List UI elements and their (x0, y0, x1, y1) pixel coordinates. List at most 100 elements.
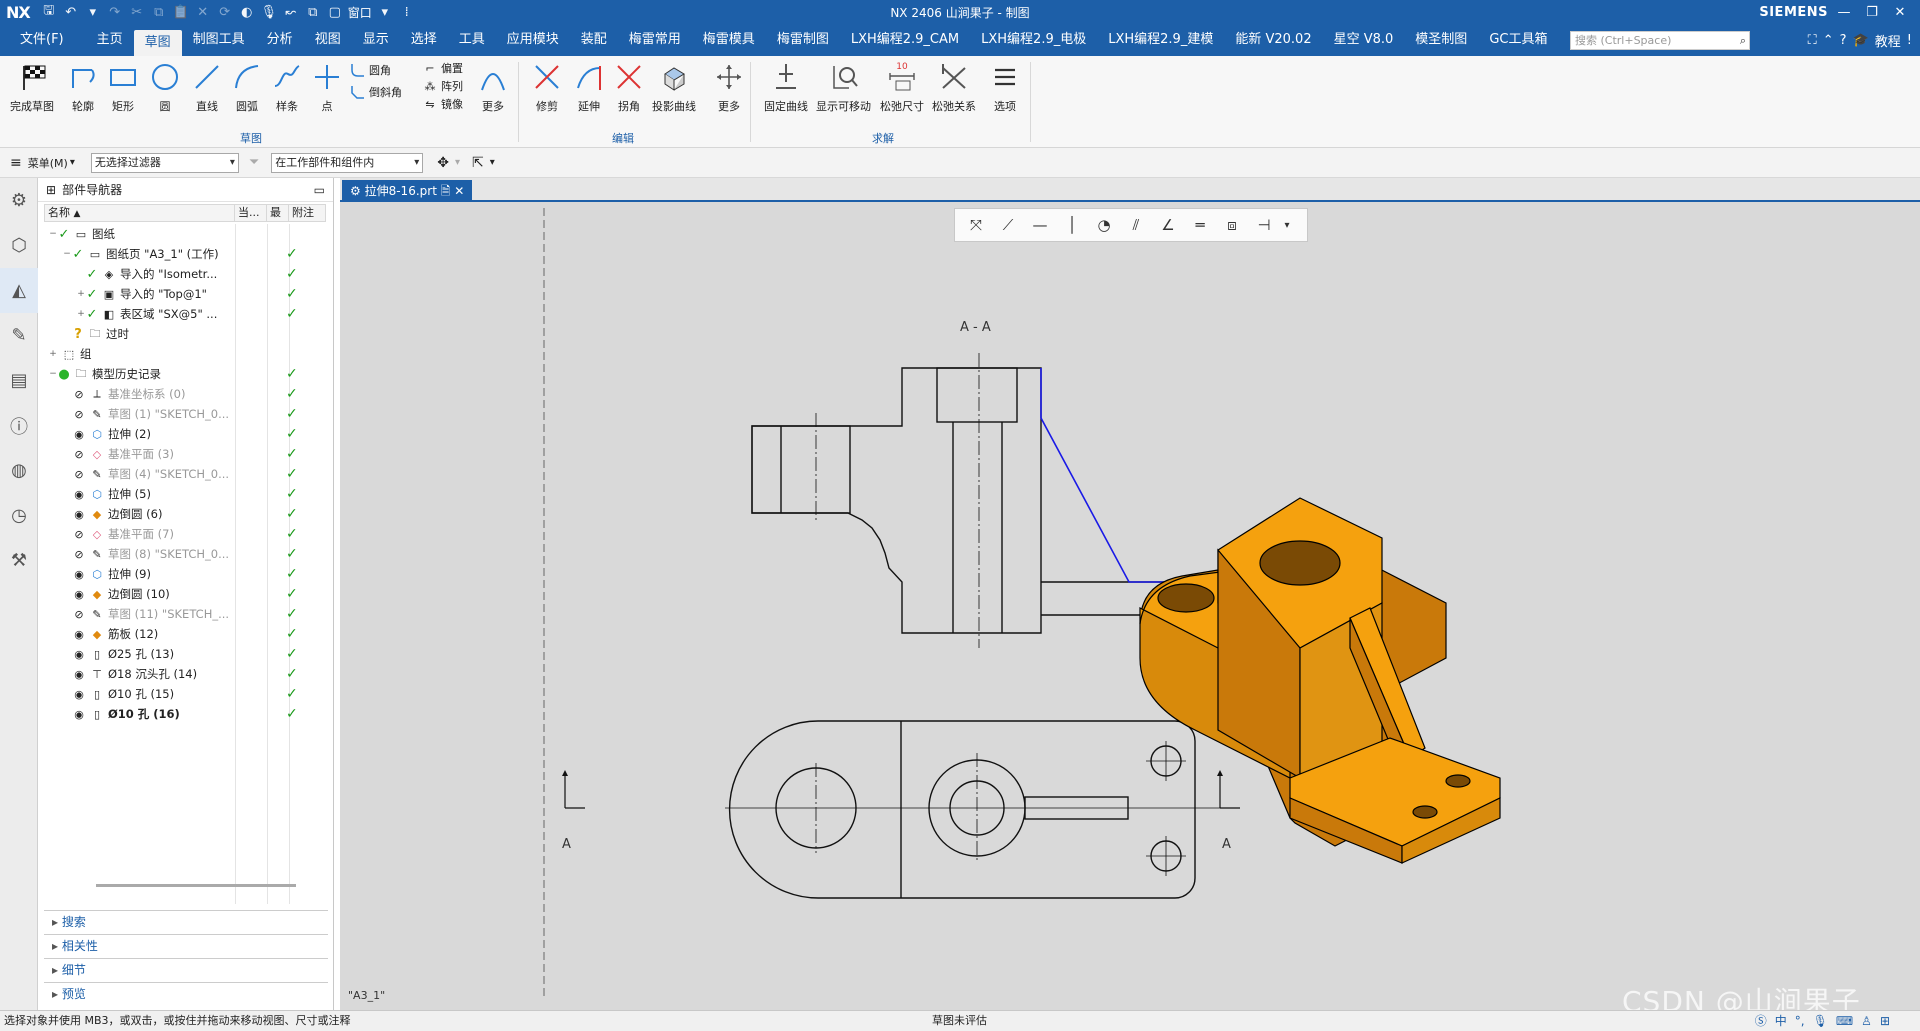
menu-analysis[interactable]: 分析 (256, 24, 304, 56)
panel-details[interactable]: 细节 (44, 958, 328, 980)
visible-eye-icon[interactable]: ◉ (72, 428, 86, 441)
touch-mode-icon[interactable]: ◐ (236, 2, 258, 22)
tree-node[interactable]: ◉ ⬡ 拉伸 (5) ✓ (44, 484, 326, 504)
type-filter-select[interactable]: 无选择过滤器 (90, 152, 239, 173)
visible-eye-icon[interactable]: ◉ (72, 588, 86, 601)
tree-node[interactable]: ⊘ ✎ 草图 (11) "SKETCH_... ✓ (44, 604, 326, 624)
window-menu[interactable]: 窗口 (346, 4, 374, 21)
menu-dropdown[interactable]: 菜单(M) (28, 155, 68, 171)
tree-node[interactable]: ⊘ ✎ 草图 (1) "SKETCH_0... ✓ (44, 404, 326, 424)
ime-grid-icon[interactable]: ⊞ (1880, 1011, 1890, 1031)
visible-eye-icon[interactable]: ◉ (72, 668, 86, 681)
hidden-eye-icon[interactable]: ⊘ (72, 408, 86, 421)
menu-view[interactable]: 视图 (304, 24, 352, 56)
select-mode-icon[interactable]: ⇱ (472, 155, 484, 171)
filter-funnel-icon[interactable]: ⏷ (249, 155, 259, 170)
visible-eye-icon[interactable]: ◉ (72, 648, 86, 661)
visible-eye-icon[interactable]: ◉ (72, 708, 86, 721)
info-icon[interactable]: ⓘ (0, 403, 38, 448)
window-dropdown-icon[interactable]: ▾ (374, 2, 396, 22)
parallel-icon[interactable]: ⫽ (1121, 212, 1151, 238)
redo-icon[interactable]: ↷ (104, 2, 126, 22)
point-button[interactable]: 点 (310, 60, 344, 114)
column-name[interactable]: 名称 ▲ (45, 205, 235, 221)
microphone-icon[interactable]: 🎙 (258, 2, 280, 22)
perpendicular-icon[interactable]: ∠ (1153, 212, 1183, 238)
spline-button[interactable]: 样条 (270, 60, 304, 114)
graphics-window[interactable]: A - A A A "A3_1" (340, 178, 1920, 1010)
command-search-input[interactable]: 搜索 (Ctrl+Space) ⌕ (1570, 31, 1750, 50)
hidden-eye-icon[interactable]: ⊘ (72, 548, 86, 561)
ime-language[interactable]: 中 (1775, 1011, 1787, 1031)
menu-meilei-drafting[interactable]: 梅雷制图 (766, 24, 840, 56)
ime-shirt-icon[interactable]: ♙ (1861, 1011, 1872, 1031)
fix-curve-button[interactable]: 固定曲线 (764, 60, 808, 114)
save-icon[interactable]: 🖫 (38, 2, 60, 22)
navigator-horizontal-scrollbar[interactable] (96, 884, 296, 887)
top-view[interactable] (725, 720, 1220, 899)
panel-preview[interactable]: 预览 (44, 982, 328, 1004)
tree-node[interactable]: − ✓ ▭ 图纸 (44, 224, 326, 244)
history-clock-icon[interactable]: ◷ (0, 493, 38, 538)
snap-dropdown-icon[interactable]: ▾ (455, 157, 460, 168)
collapse-ribbon-icon[interactable]: ⌃ (1823, 33, 1834, 48)
ime-sogou-icon[interactable]: Ⓢ (1755, 1011, 1767, 1031)
customize-qa-icon[interactable]: ⁞ (396, 2, 418, 22)
menu-tools[interactable]: 工具 (448, 24, 496, 56)
expand-toggle-icon[interactable]: + (76, 309, 86, 319)
cut-icon[interactable]: ✂ (126, 2, 148, 22)
arc-button[interactable]: 圆弧 (230, 60, 264, 114)
drawing-canvas[interactable]: A - A A A "A3_1" (340, 178, 1920, 1010)
reuse-library-icon[interactable]: ▤ (0, 358, 38, 403)
tree-node[interactable]: ◉ ⊤ Ø18 沉头孔 (14) ✓ (44, 664, 326, 684)
relax-relation-button[interactable]: 松弛关系 (932, 60, 976, 114)
selection-scope-select[interactable]: 在工作部件和组件内 (271, 152, 424, 173)
search-icon[interactable]: ⌕ (1740, 32, 1746, 49)
tree-node[interactable]: ◉ ▯ Ø10 孔 (16) ✓ (44, 704, 326, 724)
menu-drafting-tools[interactable]: 制图工具 (182, 24, 256, 56)
snap-settings-icon[interactable]: ✥ (437, 155, 449, 171)
options-button[interactable]: 选项 (988, 60, 1022, 114)
menu-file[interactable]: 文件(F) (0, 24, 86, 56)
menu-icon[interactable]: ≡ (10, 155, 22, 171)
project-curve-button[interactable]: 投影曲线 (652, 60, 696, 114)
select-mode-dropdown-icon[interactable]: ▾ (490, 157, 495, 168)
menu-display[interactable]: 显示 (352, 24, 400, 56)
fullscreen-icon[interactable]: ⛶ (1808, 33, 1817, 48)
tree-node[interactable]: ◉ ◆ 边倒圆 (6) ✓ (44, 504, 326, 524)
tutorial-link[interactable]: 教程 (1875, 31, 1901, 50)
menu-gc-toolbox[interactable]: GC工具箱 (1478, 24, 1558, 56)
visible-eye-icon[interactable]: ◉ (72, 568, 86, 581)
circle-button[interactable]: 圆 (148, 60, 182, 114)
rectangle-button[interactable]: 矩形 (106, 60, 140, 114)
menu-dropdown-arrow-icon[interactable]: ▾ (70, 157, 75, 168)
move-more-button[interactable]: 更多 (712, 60, 746, 114)
collapse-toggle-icon[interactable]: − (48, 369, 58, 379)
midpoint-icon[interactable]: ⊣ (1249, 212, 1279, 238)
delete-icon[interactable]: ✕ (192, 2, 214, 22)
offset-button[interactable]: ⌐ 偏置 (422, 60, 463, 76)
web-browser-icon[interactable]: ◍ (0, 448, 38, 493)
toolbar-dropdown-icon[interactable]: ▾ (1281, 212, 1293, 238)
menu-mosheng-drafting[interactable]: 模圣制图 (1404, 24, 1478, 56)
tangent-icon[interactable]: ◔ (1089, 212, 1119, 238)
restore-icon[interactable]: ❐ (1858, 0, 1886, 24)
sketch-curve[interactable] (1040, 368, 1195, 583)
point-on-curve-icon[interactable]: ⟋ (993, 212, 1023, 238)
copy-icon[interactable]: ⧉ (148, 2, 170, 22)
tab-close-icon[interactable]: ✕ (454, 184, 464, 198)
help-icon[interactable]: ? (1840, 33, 1847, 48)
menu-meilei-common[interactable]: 梅雷常用 (618, 24, 692, 56)
menu-lxh-cam[interactable]: LXH编程2.9_CAM (840, 24, 970, 56)
column-current[interactable]: 当... (235, 205, 267, 221)
gesture-icon[interactable]: ↜ (280, 2, 302, 22)
equal-length-icon[interactable]: ═ (1185, 212, 1215, 238)
trim-button[interactable]: 修剪 (530, 60, 564, 114)
tree-node[interactable]: ✓ ◈ 导入的 "Isometr... ✓ (44, 264, 326, 284)
panel-search[interactable]: 搜索 (44, 910, 328, 932)
undo-icon[interactable]: ↶ (60, 2, 82, 22)
alert-icon[interactable]: ! (1907, 33, 1912, 48)
chamfer-button[interactable]: 倒斜角 (350, 84, 402, 100)
menu-lxh-modeling[interactable]: LXH编程2.9_建模 (1097, 24, 1224, 56)
hidden-eye-icon[interactable]: ⊘ (72, 608, 86, 621)
